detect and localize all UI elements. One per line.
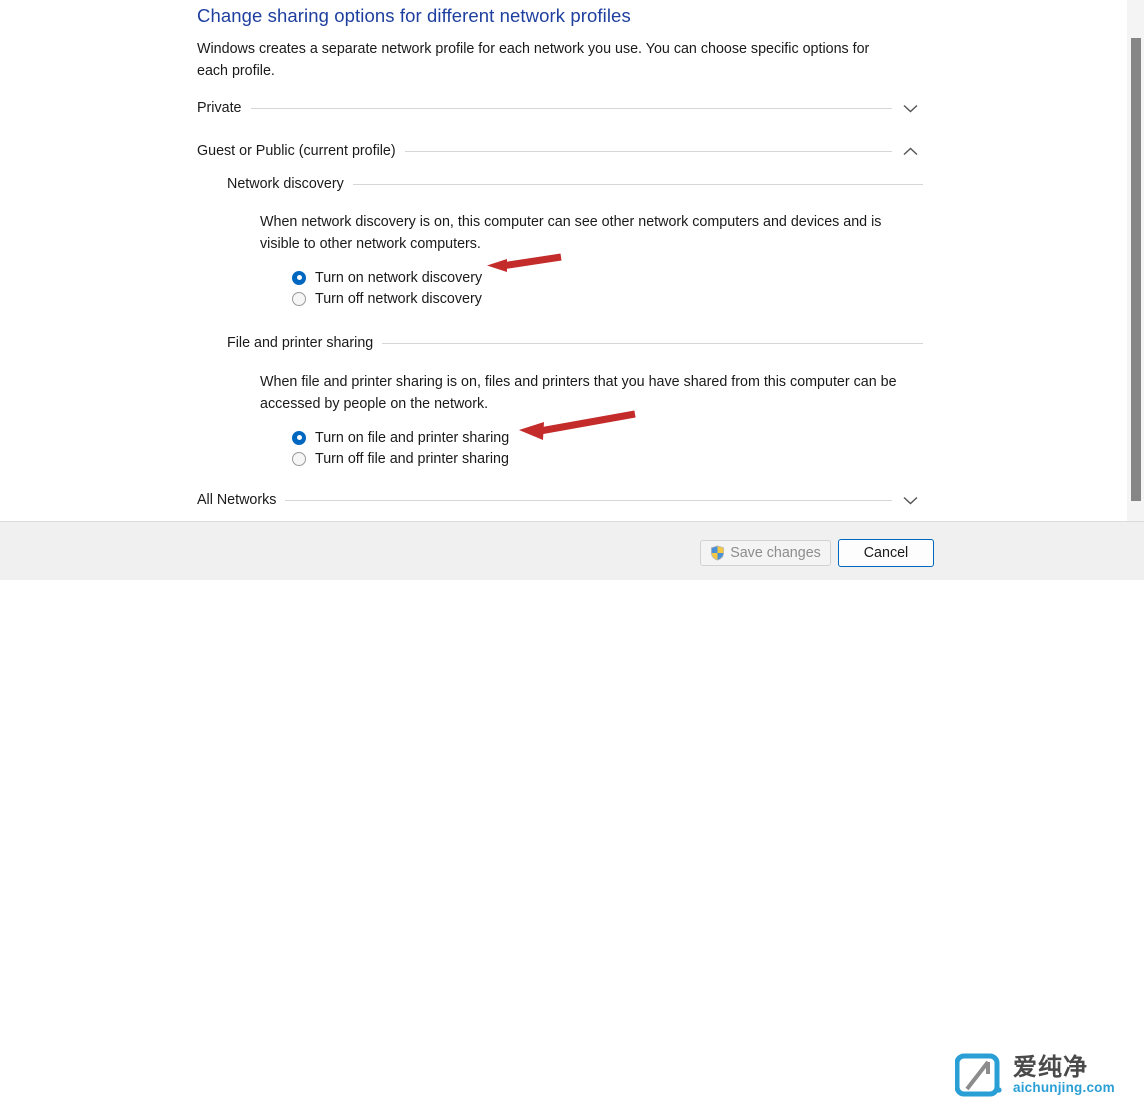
network-discovery-description: When network discovery is on, this compu… (260, 214, 882, 252)
subsection-heading-file-and-printer-sharing: File and printer sharing (227, 335, 374, 351)
save-changes-label: Save changes (730, 545, 821, 561)
intro-paragraph: Windows creates a separate network profi… (197, 41, 870, 79)
watermark-text: 爱纯净 aichunjing.com (1013, 1052, 1115, 1095)
radio-unselected-indicator (292, 451, 306, 466)
network-discovery-radio-group: Turn on network discovery Turn off netwo… (292, 267, 482, 309)
radio-label: Turn on file and printer sharing (315, 429, 510, 446)
profile-label-all-networks: All Networks (197, 492, 277, 508)
cancel-button[interactable]: Cancel (838, 539, 934, 567)
network-sharing-settings-window: Change sharing options for different net… (0, 0, 1144, 1096)
bottom-command-bar: Save changes Cancel 爱纯净 aichunjing.com (0, 521, 1144, 1096)
radio-label: Turn off file and printer sharing (315, 450, 509, 467)
subsection-file-and-printer-sharing: File and printer sharing (227, 333, 923, 353)
chevron-down-icon[interactable] (898, 490, 922, 510)
vertical-scrollbar-thumb[interactable] (1131, 38, 1141, 501)
file-and-printer-sharing-radio-group: Turn on file and printer sharing Turn of… (292, 427, 509, 469)
divider-line (382, 342, 923, 344)
arrow-to-turn-on-network-discovery (484, 252, 570, 286)
profile-section-guest-or-public[interactable]: Guest or Public (current profile) (197, 141, 922, 161)
radio-selected-indicator (292, 430, 306, 445)
profile-section-private[interactable]: Private (197, 98, 922, 118)
watermark-logo-icon (954, 1050, 1005, 1100)
radio-turn-off-network-discovery[interactable]: Turn off network discovery (292, 288, 482, 309)
radio-label: Turn on network discovery (315, 269, 483, 286)
radio-turn-on-file-and-printer-sharing[interactable]: Turn on file and printer sharing (292, 427, 509, 448)
cancel-label: Cancel (863, 545, 909, 561)
settings-content-area: Change sharing options for different net… (0, 0, 1127, 521)
watermark-cn-label: 爱纯净 (1013, 1052, 1088, 1081)
divider-line (352, 183, 923, 185)
chevron-up-icon[interactable] (898, 141, 922, 161)
radio-turn-off-file-and-printer-sharing[interactable]: Turn off file and printer sharing (292, 448, 509, 469)
subsection-heading-network-discovery: Network discovery (227, 176, 344, 192)
vertical-scrollbar-track[interactable] (1127, 0, 1144, 521)
profile-section-all-networks[interactable]: All Networks (197, 490, 922, 510)
page-title: Change sharing options for different net… (197, 5, 631, 26)
watermark-en-label: aichunjing.com (1013, 1079, 1115, 1095)
file-and-printer-sharing-description: When file and printer sharing is on, fil… (260, 374, 897, 412)
divider-line (250, 107, 892, 109)
divider-line (404, 150, 892, 152)
radio-turn-on-network-discovery[interactable]: Turn on network discovery (292, 267, 482, 288)
profile-label-guest-or-public: Guest or Public (current profile) (197, 143, 396, 159)
chevron-down-icon[interactable] (898, 98, 922, 118)
uac-shield-icon (710, 545, 725, 561)
watermark: 爱纯净 aichunjing.com (954, 1047, 1140, 1102)
radio-label: Turn off network discovery (315, 290, 482, 307)
profile-label-private: Private (197, 100, 242, 116)
radio-unselected-indicator (292, 291, 306, 306)
save-changes-button[interactable]: Save changes (700, 540, 831, 566)
subsection-network-discovery: Network discovery (227, 174, 923, 194)
radio-selected-indicator (292, 270, 306, 285)
divider-line (285, 499, 892, 501)
